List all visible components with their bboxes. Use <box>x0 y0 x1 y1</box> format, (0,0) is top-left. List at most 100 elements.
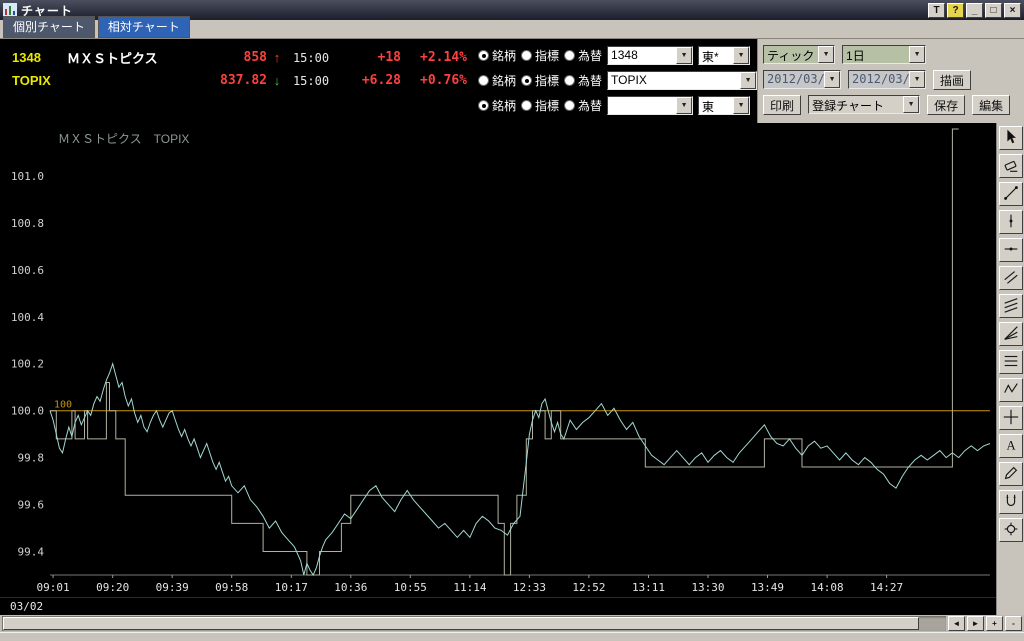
stock-radio[interactable]: 銘柄 <box>478 97 516 114</box>
fan-line-tool-button[interactable] <box>998 322 1023 346</box>
draw-button[interactable]: 描画 <box>933 69 972 90</box>
settings-tool-button[interactable] <box>998 518 1023 542</box>
channel-tool-button[interactable] <box>998 294 1023 318</box>
horizontal-line-tool-button[interactable] <box>998 238 1023 262</box>
svg-text:A: A <box>1006 439 1015 453</box>
change-percent: +2.14% <box>420 50 467 65</box>
maximize-button[interactable]: □ <box>985 2 1002 18</box>
minimize-button[interactable]: _ <box>966 2 983 18</box>
tab-individual-chart[interactable]: 個別チャート <box>3 16 95 38</box>
stock-radio[interactable]: 銘柄 <box>478 72 516 89</box>
fibonacci-tool-button[interactable] <box>998 350 1023 374</box>
interval-combo[interactable]: ティック ▼ <box>763 45 836 64</box>
quote-row-topix: TOPIX 837.82 ↓ 15:00 +6.28 +0.76% <box>12 69 470 92</box>
chevron-down-icon[interactable]: ▼ <box>818 46 835 63</box>
y-axis-label: 100.0 <box>11 405 44 418</box>
combo-value: 2012/03/03 <box>849 71 910 88</box>
scrollbar-thumb[interactable] <box>3 617 919 630</box>
crosshair-tool-icon <box>1003 409 1018 425</box>
chevron-down-icon[interactable]: ▼ <box>740 72 757 89</box>
help-button[interactable]: ? <box>947 2 964 18</box>
radio-icon[interactable] <box>564 100 576 111</box>
edit-button[interactable]: 編集 <box>972 94 1011 115</box>
fx-radio[interactable]: 為替 <box>564 47 602 64</box>
registered-chart-combo[interactable]: 登録チャート ▼ <box>808 95 921 114</box>
date-from-combo[interactable]: 2012/03/03▼ <box>763 70 842 89</box>
symbol-code: TOPIX <box>12 73 51 88</box>
compare-symbol-combo[interactable]: ▼ <box>607 96 694 115</box>
text-tool-button[interactable]: A <box>998 434 1023 458</box>
close-button[interactable]: × <box>1004 2 1021 18</box>
y-axis-label: 100.6 <box>11 264 44 277</box>
exchange-combo[interactable]: 東* ▼ <box>698 46 751 65</box>
radio-label: 為替 <box>578 99 603 113</box>
radio-icon[interactable] <box>521 75 533 86</box>
baseline-label: 100 <box>54 400 72 411</box>
magnet-tool-button[interactable] <box>998 490 1023 514</box>
stock-radio[interactable]: 銘柄 <box>478 47 516 64</box>
action-panel: ティック▼ 1日▼ 2012/03/03▼ 2012/03/03▼ 描画 印刷 … <box>757 39 1024 123</box>
pencil-tool-button[interactable] <box>998 462 1023 486</box>
compare-exchange-combo[interactable]: 東 ▼ <box>698 96 751 115</box>
pencil-tool-icon <box>1004 466 1017 480</box>
chevron-down-icon[interactable]: ▼ <box>733 97 750 114</box>
zoom-in-button[interactable]: + <box>986 616 1003 631</box>
print-button[interactable]: 印刷 <box>763 94 802 115</box>
channel-tool-icon <box>1004 298 1017 313</box>
crosshair-tool-button[interactable] <box>998 406 1023 430</box>
radio-icon[interactable] <box>564 50 576 61</box>
zoom-out-button[interactable]: - <box>1005 616 1022 631</box>
settings-tool-icon <box>1004 522 1017 536</box>
parallel-line-tool-button[interactable] <box>998 266 1023 290</box>
chevron-down-icon[interactable]: ▼ <box>903 96 920 113</box>
chevron-down-icon[interactable]: ▼ <box>909 71 926 88</box>
radio-icon[interactable] <box>521 50 533 61</box>
chevron-down-icon[interactable]: ▼ <box>909 46 926 63</box>
chart-legend: ＭＸＳトピクス TOPIX <box>58 132 189 146</box>
indicator-radio[interactable]: 指標 <box>521 47 559 64</box>
indicator-combo[interactable]: TOPIX ▼ <box>607 71 758 90</box>
tab-relative-chart[interactable]: 相対チャート <box>97 16 190 38</box>
scrollbar-track[interactable] <box>2 616 946 631</box>
radio-icon[interactable] <box>564 75 576 86</box>
x-axis-label: 10:55 <box>394 581 427 594</box>
indicator-radio[interactable]: 指標 <box>521 97 559 114</box>
scroll-right-button[interactable]: ► <box>967 616 984 631</box>
quote-row-1348: 1348 ＭＸＳトピクス 858 ↑ 15:00 +18 +2.14% <box>12 46 470 69</box>
radio-icon[interactable] <box>478 100 489 111</box>
quote-time: 15:00 <box>292 50 330 65</box>
scroll-left-button[interactable]: ◄ <box>948 616 965 631</box>
chevron-down-icon[interactable]: ▼ <box>733 47 750 64</box>
select-tool-button[interactable] <box>998 126 1023 150</box>
x-axis-label: 10:36 <box>334 581 367 594</box>
indicator-radio[interactable]: 指標 <box>521 72 559 89</box>
chevron-down-icon[interactable]: ▼ <box>676 97 693 114</box>
t-button[interactable]: T <box>928 2 945 18</box>
radio-label: 指標 <box>535 99 560 113</box>
symbol-code-combo[interactable]: 1348 ▼ <box>607 46 694 65</box>
radio-icon[interactable] <box>478 50 489 61</box>
date-to-combo[interactable]: 2012/03/03▼ <box>848 70 927 89</box>
selector-row-3: 銘柄 指標 為替 ▼ 東 ▼ <box>478 93 757 118</box>
radio-icon[interactable] <box>478 75 489 86</box>
combo-value: ティック <box>764 46 819 63</box>
trendline-tool-button[interactable] <box>998 182 1023 206</box>
horizontal-scrollbar[interactable]: ◄ ► + - <box>0 615 1024 632</box>
x-axis-label: 12:52 <box>572 581 605 594</box>
y-axis-label: 101.0 <box>11 170 44 183</box>
period-combo[interactable]: 1日 ▼ <box>842 45 927 64</box>
selector-row-1: 銘柄 指標 為替 1348 ▼ 東* ▼ <box>478 43 757 68</box>
parallel-line-tool-icon <box>1003 271 1018 284</box>
chevron-down-icon[interactable]: ▼ <box>824 71 841 88</box>
fx-radio[interactable]: 為替 <box>564 97 602 114</box>
fx-radio[interactable]: 為替 <box>564 72 602 89</box>
zigzag-tool-button[interactable] <box>998 378 1023 402</box>
radio-icon[interactable] <box>521 100 533 111</box>
eraser-tool-button[interactable] <box>998 154 1023 178</box>
chevron-down-icon[interactable]: ▼ <box>676 47 693 64</box>
change-value: +6.28 <box>361 73 401 88</box>
vertical-line-tool-button[interactable] <box>998 210 1023 234</box>
save-button[interactable]: 保存 <box>927 94 966 115</box>
chart-canvas[interactable]: 99.4 99.6 99.8 100.0 100.2 100.4 100.6 100.8 101… <box>0 123 996 597</box>
y-axis-label: 100.2 <box>11 358 44 371</box>
